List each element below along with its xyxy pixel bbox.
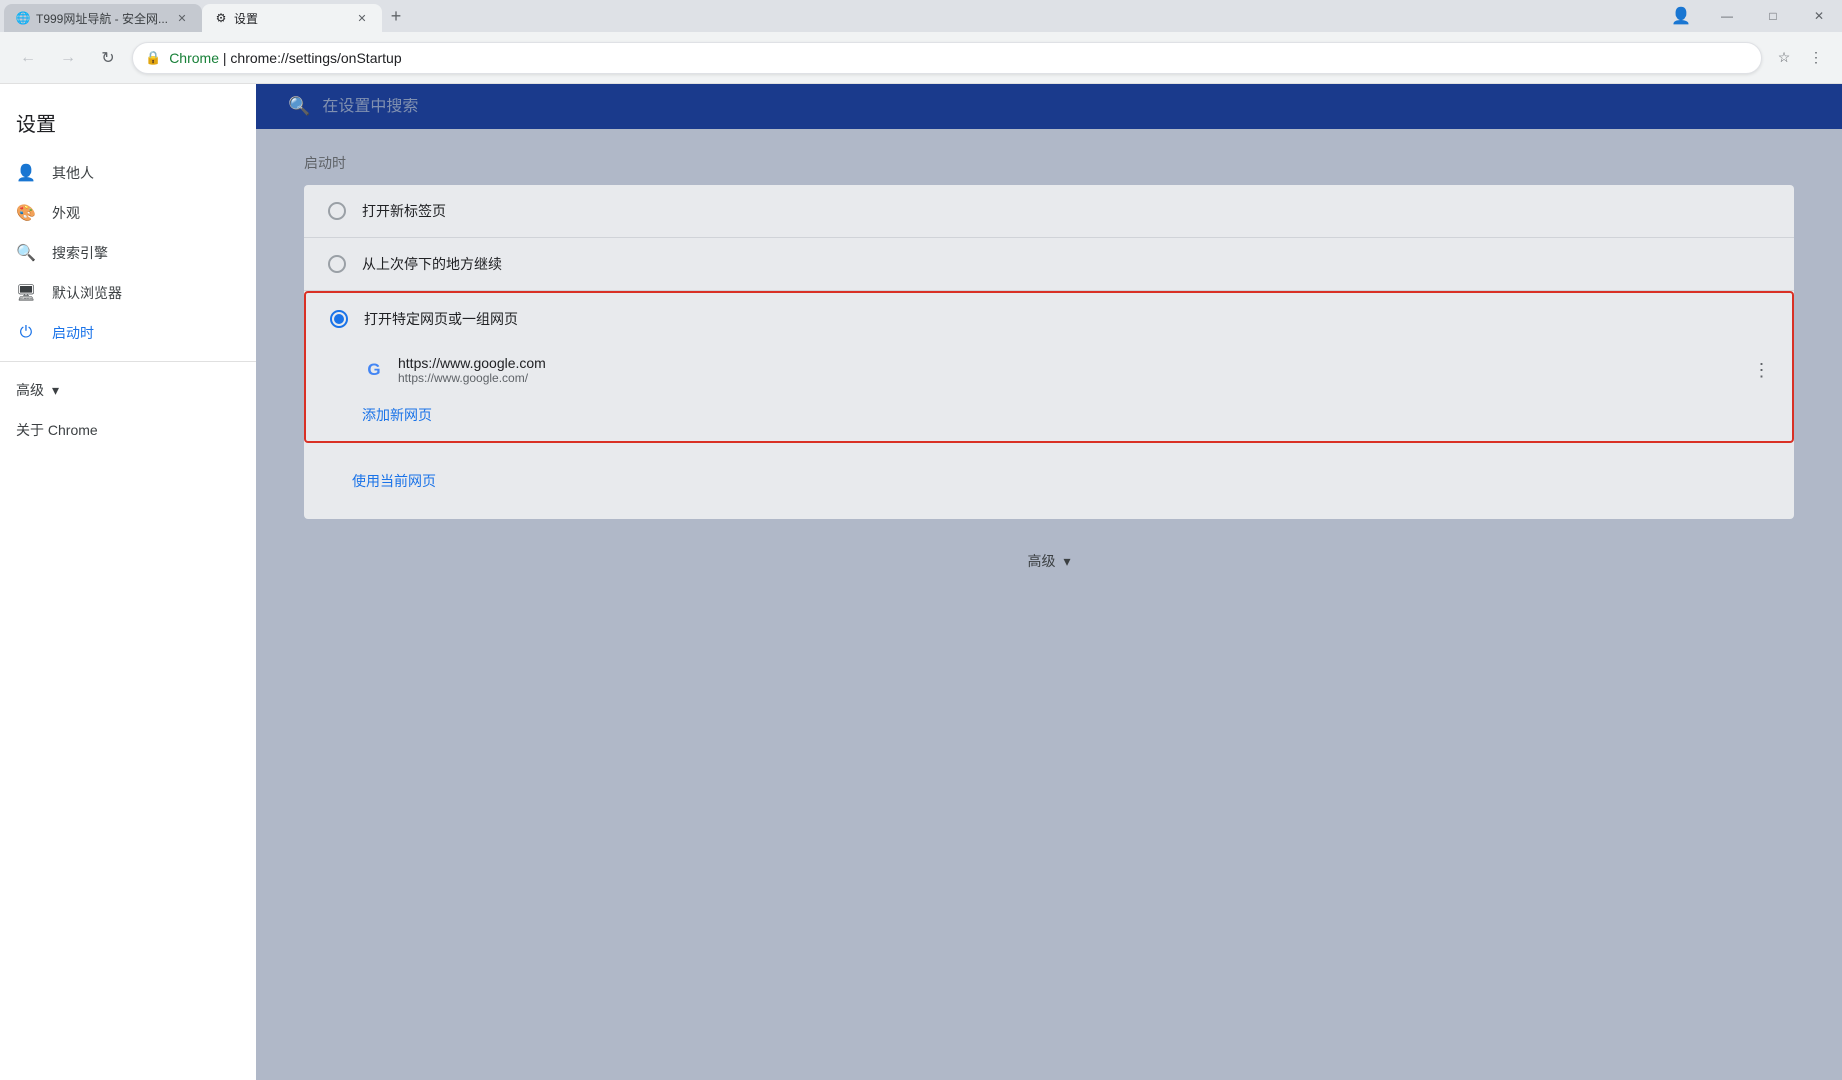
power-icon: ⏻ xyxy=(16,323,36,343)
sidebar-about[interactable]: 关于 Chrome xyxy=(0,410,256,450)
startup-options-card: 打开新标签页 从上次停下的地方继续 打开特定网页或一组网页 xyxy=(304,185,1794,519)
bookmark-button[interactable]: ☆ xyxy=(1770,44,1798,72)
tab2-favicon: ⚙ xyxy=(214,11,228,25)
option-continue[interactable]: 从上次停下的地方继续 xyxy=(304,238,1794,291)
tab2-close[interactable]: ✕ xyxy=(354,10,370,26)
radio-new-tab[interactable] xyxy=(328,202,346,220)
monitor-icon: 🖥 xyxy=(16,283,36,303)
url-bar[interactable]: 🔒 Chrome | chrome://settings/onStartup xyxy=(132,42,1762,74)
sidebar-item-default-browser[interactable]: 🖥 默认浏览器 xyxy=(0,273,256,313)
tab1-title: T999网址导航 - 安全网... xyxy=(36,10,168,27)
url-text: Chrome | chrome://settings/onStartup xyxy=(169,50,401,66)
advanced-chevron-icon: ▾ xyxy=(52,382,59,399)
sidebar-title: 设置 xyxy=(0,100,256,153)
sidebar-item-others[interactable]: 👤 其他人 xyxy=(0,153,256,193)
profile-button[interactable]: 👤 xyxy=(1658,0,1704,32)
back-button[interactable]: ← xyxy=(12,42,44,74)
minimize-button[interactable]: — xyxy=(1704,0,1750,32)
close-button[interactable]: ✕ xyxy=(1796,0,1842,32)
search-icon: 🔍 xyxy=(16,243,36,263)
window-controls: 👤 — □ ✕ xyxy=(1658,0,1842,32)
option-new-tab[interactable]: 打开新标签页 xyxy=(304,185,1794,238)
about-label: 关于 Chrome xyxy=(16,422,98,438)
advanced-bottom[interactable]: 高级 ▾ xyxy=(304,519,1794,603)
sidebar-item-search[interactable]: 🔍 搜索引擎 xyxy=(0,233,256,273)
forward-button[interactable]: → xyxy=(52,42,84,74)
sidebar: 设置 👤 其他人 🎨 外观 🔍 搜索引擎 🖥 默认浏览器 ⏻ 启动时 高级 ▾ … xyxy=(0,84,256,1080)
advanced-bottom-chevron-icon: ▾ xyxy=(1063,553,1070,570)
use-current-page-link[interactable]: 使用当前网页 xyxy=(328,459,460,503)
url-actions: ☆ ⋮ xyxy=(1770,44,1830,72)
url-entry-name: https://www.google.com xyxy=(398,355,1736,371)
radio-inner-dot xyxy=(334,314,344,324)
add-new-page-link[interactable]: 添加新网页 xyxy=(306,395,1792,441)
sidebar-divider xyxy=(0,361,256,362)
sidebar-item-startup[interactable]: ⏻ 启动时 xyxy=(0,313,256,353)
url-path: chrome://settings/onStartup xyxy=(230,50,401,66)
url-entry-url: https://www.google.com/ xyxy=(398,371,1736,385)
option-continue-label: 从上次停下的地方继续 xyxy=(362,254,502,274)
advanced-bottom-label: 高级 xyxy=(1027,551,1055,571)
sidebar-startup-label: 启动时 xyxy=(52,323,94,343)
new-tab-button[interactable]: + xyxy=(382,2,410,30)
tab1-favicon: 🌐 xyxy=(16,11,30,25)
tab2-title: 设置 xyxy=(234,10,348,27)
refresh-button[interactable]: ↻ xyxy=(92,42,124,74)
sidebar-appearance-label: 外观 xyxy=(52,203,80,223)
menu-button[interactable]: ⋮ xyxy=(1802,44,1830,72)
radio-specific-pages[interactable] xyxy=(330,310,348,328)
radio-continue[interactable] xyxy=(328,255,346,273)
sidebar-advanced[interactable]: 高级 ▾ xyxy=(0,370,256,410)
main-layout: 设置 👤 其他人 🎨 外观 🔍 搜索引擎 🖥 默认浏览器 ⏻ 启动时 高级 ▾ … xyxy=(0,84,1842,1080)
google-logo: G xyxy=(362,358,386,382)
option-specific-pages[interactable]: 打开特定网页或一组网页 xyxy=(306,293,1792,345)
content-area: 🔍 启动时 打开新标签页 从上次停下的地方继续 xyxy=(256,84,1842,1080)
settings-content: 启动时 打开新标签页 从上次停下的地方继续 xyxy=(256,129,1842,627)
search-bar-icon: 🔍 xyxy=(288,96,310,117)
tab-t999[interactable]: 🌐 T999网址导航 - 安全网... ✕ xyxy=(4,4,202,32)
url-protocol: Chrome xyxy=(169,50,219,66)
titlebar: 🌐 T999网址导航 - 安全网... ✕ ⚙ 设置 ✕ + 👤 — □ ✕ xyxy=(0,0,1842,32)
entry-more-button[interactable]: ⋮ xyxy=(1748,356,1776,384)
use-current-row: 使用当前网页 xyxy=(304,443,1794,519)
search-bar: 🔍 xyxy=(256,84,1842,129)
settings-search-input[interactable] xyxy=(322,98,1810,116)
sidebar-default-label: 默认浏览器 xyxy=(52,283,122,303)
sidebar-item-appearance[interactable]: 🎨 外观 xyxy=(0,193,256,233)
option-new-tab-label: 打开新标签页 xyxy=(362,201,446,221)
addressbar: ← → ↻ 🔒 Chrome | chrome://settings/onSta… xyxy=(0,32,1842,84)
tabs-area: 🌐 T999网址导航 - 安全网... ✕ ⚙ 设置 ✕ + xyxy=(0,0,1658,32)
maximize-button[interactable]: □ xyxy=(1750,0,1796,32)
person-icon: 👤 xyxy=(16,163,36,183)
sidebar-search-label: 搜索引擎 xyxy=(52,243,108,263)
palette-icon: 🎨 xyxy=(16,203,36,223)
option-specific-pages-label: 打开特定网页或一组网页 xyxy=(364,309,518,329)
section-title-startup: 启动时 xyxy=(304,153,1794,173)
url-entry-texts: https://www.google.com https://www.googl… xyxy=(398,355,1736,385)
tab1-close[interactable]: ✕ xyxy=(174,10,190,26)
advanced-label: 高级 xyxy=(16,380,44,400)
url-entry-google: G https://www.google.com https://www.goo… xyxy=(306,345,1792,395)
sidebar-others-label: 其他人 xyxy=(52,163,94,183)
tab-settings[interactable]: ⚙ 设置 ✕ xyxy=(202,4,382,32)
option-specific-pages-card: 打开特定网页或一组网页 G https://www.google.com htt… xyxy=(304,291,1794,443)
